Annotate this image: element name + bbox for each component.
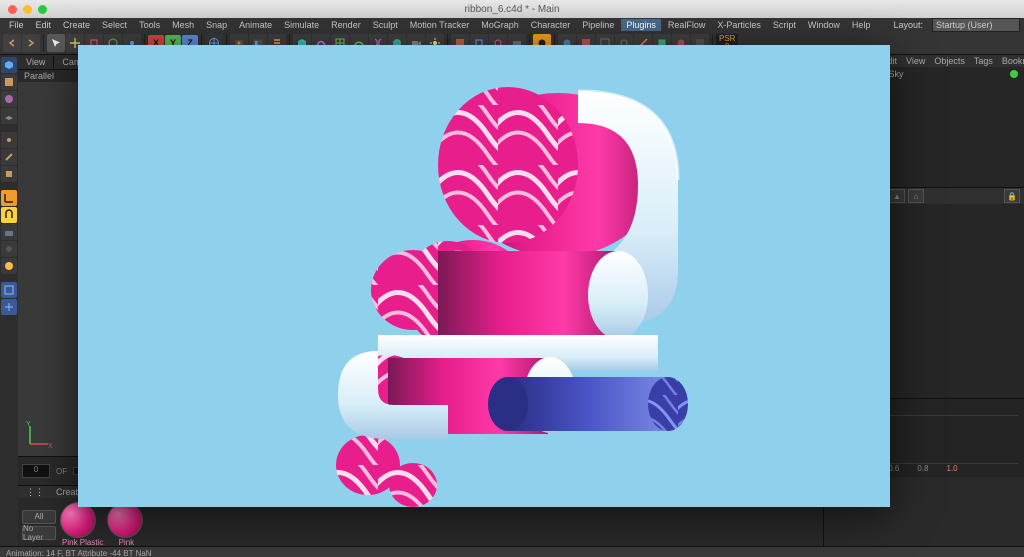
material-swatch-1[interactable]	[60, 502, 96, 538]
menu-xparticles[interactable]: X-Particles	[712, 19, 766, 31]
window-titlebar: ribbon_6.c4d * - Main	[0, 0, 1024, 18]
menu-help[interactable]: Help	[847, 19, 876, 31]
layout-label: Layout:	[888, 19, 928, 31]
menu-file[interactable]: File	[4, 19, 29, 31]
viewport-tab-view[interactable]: View	[18, 56, 54, 68]
menu-plugins[interactable]: Plugins	[621, 19, 661, 31]
workplane-snap-button[interactable]	[1, 224, 17, 240]
material-name-1: Pink Plastic	[62, 538, 103, 547]
menu-sculpt[interactable]: Sculpt	[368, 19, 403, 31]
menu-render[interactable]: Render	[326, 19, 366, 31]
timeline-start-label: OF	[56, 467, 67, 476]
visibility-dot-icon[interactable]	[1010, 70, 1018, 78]
mode-toolbar	[0, 55, 18, 546]
menu-motiontracker[interactable]: Motion Tracker	[405, 19, 475, 31]
point-mode-button[interactable]	[1, 132, 17, 148]
material-filter-nolayer[interactable]: No Layer	[22, 526, 56, 540]
locked-workplane-button[interactable]	[1, 241, 17, 257]
render-preview-overlay[interactable]	[78, 45, 890, 507]
undo-button[interactable]	[3, 34, 21, 52]
timeline-start-field[interactable]: 0	[22, 464, 50, 478]
enable-snap-button[interactable]	[1, 207, 17, 223]
menu-tools[interactable]: Tools	[134, 19, 165, 31]
menu-simulate[interactable]: Simulate	[279, 19, 324, 31]
objmenu-tags[interactable]: Tags	[970, 56, 997, 66]
menu-mograph[interactable]: MoGraph	[476, 19, 524, 31]
viewport-solo-button[interactable]	[1, 282, 17, 298]
select-tool-button[interactable]	[47, 34, 65, 52]
polygon-mode-button[interactable]	[1, 166, 17, 182]
make-editable-button[interactable]	[1, 57, 17, 73]
redo-button[interactable]	[22, 34, 40, 52]
menu-animate[interactable]: Animate	[234, 19, 277, 31]
menu-script[interactable]: Script	[768, 19, 801, 31]
soft-select-button[interactable]	[1, 258, 17, 274]
attr-nav-up-button[interactable]: ▲	[889, 189, 905, 203]
material-filter-all[interactable]: All	[22, 510, 56, 524]
workplane-mode-button[interactable]	[1, 108, 17, 124]
objmenu-bookmarks[interactable]: Bookmarks	[998, 56, 1024, 66]
texture-mode-button[interactable]	[1, 91, 17, 107]
layout-select[interactable]	[932, 18, 1020, 32]
menu-character[interactable]: Character	[526, 19, 576, 31]
menu-realflow[interactable]: RealFlow	[663, 19, 711, 31]
menu-window[interactable]: Window	[803, 19, 845, 31]
menu-snap[interactable]: Snap	[201, 19, 232, 31]
menu-edit[interactable]: Edit	[31, 19, 57, 31]
menu-pipeline[interactable]: Pipeline	[577, 19, 619, 31]
kf-tick: 1.0	[947, 464, 958, 473]
menu-select[interactable]: Select	[97, 19, 132, 31]
material-swatch-2[interactable]	[107, 502, 143, 538]
window-title: ribbon_6.c4d * - Main	[0, 4, 1024, 15]
svg-text:X: X	[48, 443, 53, 450]
kf-tick: 0.8	[917, 464, 928, 473]
model-mode-button[interactable]	[1, 74, 17, 90]
edge-mode-button[interactable]	[1, 149, 17, 165]
menu-create[interactable]: Create	[58, 19, 95, 31]
objmenu-view[interactable]: View	[902, 56, 929, 66]
axis-widget-icon: Y X	[24, 420, 54, 450]
material-name-2: Pink	[109, 538, 143, 547]
viewport-solo-2-button[interactable]	[1, 299, 17, 315]
main-menu-bar: File Edit Create Select Tools Mesh Snap …	[0, 18, 1024, 32]
objmenu-objects[interactable]: Objects	[930, 56, 969, 66]
svg-text:Y: Y	[26, 421, 31, 428]
menu-mesh[interactable]: Mesh	[167, 19, 199, 31]
attr-nav-home-button[interactable]: ⌂	[908, 189, 924, 203]
enable-axis-button[interactable]	[1, 190, 17, 206]
attr-lock-button[interactable]: 🔒	[1004, 189, 1020, 203]
